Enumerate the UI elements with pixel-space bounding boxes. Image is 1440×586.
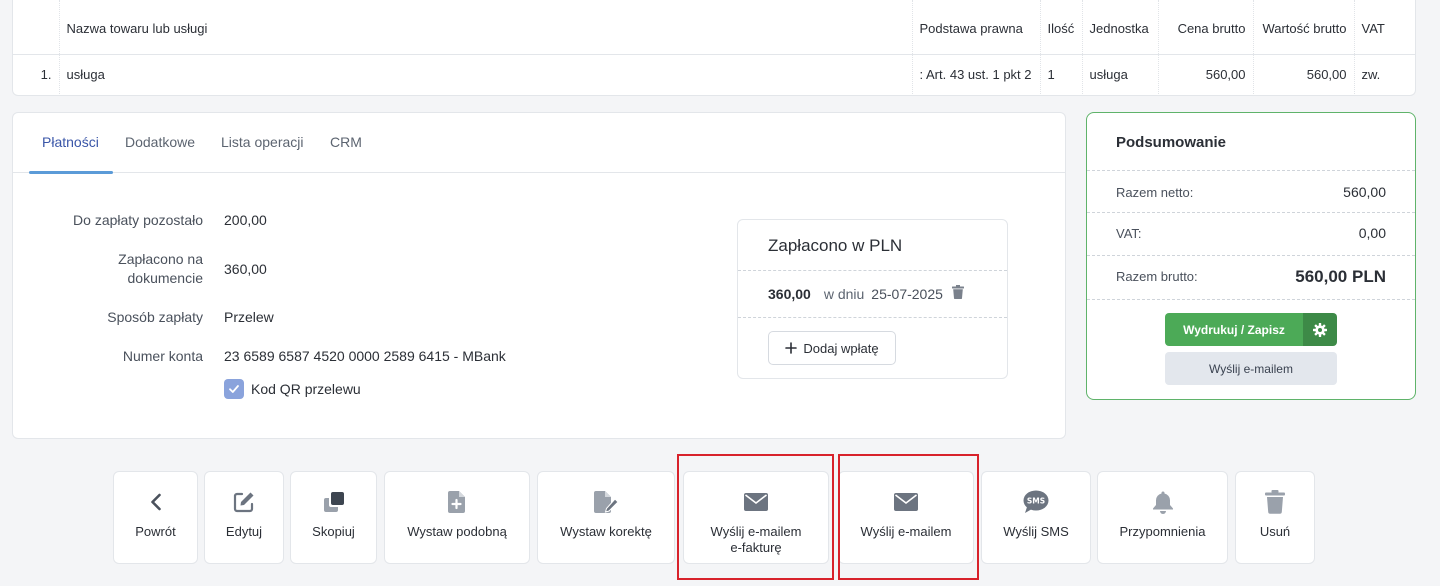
payment-entry: 360,00 w dniu 25-07-2025	[768, 285, 964, 302]
envelope-icon	[744, 493, 768, 511]
gross-total-value: 560,00 PLN	[1295, 267, 1386, 286]
send-email-button[interactable]: Wyślij e-mailem	[838, 471, 974, 564]
paid-on-document-value: 360,00	[224, 261, 267, 277]
sms-bubble-icon: SMS	[1023, 490, 1049, 513]
vat-value: 0,00	[1358, 225, 1386, 241]
vat-label: VAT:	[1116, 226, 1142, 241]
send-einvoice-email-label: Wyślij e-mailem e-fakturę	[684, 524, 828, 556]
col-header-quantity: Ilość	[1040, 0, 1083, 55]
back-button[interactable]: Powrót	[113, 471, 198, 564]
copy-button[interactable]: Skopiuj	[290, 471, 377, 564]
col-header-lp	[13, 0, 60, 55]
table-header-row: Nazwa towaru lub usługi Podstawa prawna …	[13, 0, 1415, 55]
col-header-name: Nazwa towaru lub usługi	[59, 0, 913, 55]
tab-operations[interactable]: Lista operacji	[221, 134, 304, 150]
divider	[1087, 255, 1415, 256]
reminders-button[interactable]: Przypomnienia	[1097, 471, 1228, 564]
account-number-label: Numer konta	[122, 348, 203, 364]
net-total-value: 560,00	[1343, 184, 1386, 200]
paid-on-document-label: Zapłacono na dokumencie	[118, 251, 203, 286]
send-einvoice-email-button[interactable]: Wyślij e-mailem e-fakturę	[683, 471, 829, 564]
cell-gross-value: 560,00	[1253, 54, 1355, 94]
delete-button[interactable]: Usuń	[1235, 471, 1315, 564]
divider	[738, 270, 1007, 271]
issue-similar-button[interactable]: Wystaw podobną	[384, 471, 530, 564]
qr-transfer-label: Kod QR przelewu	[251, 381, 361, 397]
cell-unit-price: 560,00	[1158, 54, 1254, 94]
items-table: Nazwa towaru lub usługi Podstawa prawna …	[13, 0, 1415, 94]
add-payment-button[interactable]: Dodaj wpłatę	[768, 331, 896, 365]
issue-similar-label: Wystaw podobną	[407, 524, 507, 539]
tab-payments[interactable]: Płatności	[42, 134, 99, 150]
cell-lp: 1.	[13, 54, 60, 94]
print-settings-button[interactable]	[1303, 313, 1337, 346]
payment-method-value: Przelew	[224, 309, 274, 325]
send-einvoice-line2: e-fakturę	[730, 540, 782, 555]
account-number-value: 23 6589 6587 4520 0000 2589 6415 - MBank	[224, 348, 506, 364]
paid-box-title: Zapłacono w PLN	[768, 236, 903, 255]
payment-method-label: Sposób zapłaty	[107, 309, 203, 325]
cell-unit: usługa	[1082, 54, 1159, 94]
file-plus-icon	[448, 491, 465, 513]
send-sms-button[interactable]: SMS Wyślij SMS	[981, 471, 1091, 564]
gear-icon	[1313, 322, 1327, 337]
delete-payment-trash-icon[interactable]	[951, 285, 964, 302]
gross-total-label: Razem brutto:	[1116, 269, 1198, 284]
plus-icon	[785, 342, 798, 354]
edit-label: Edytuj	[225, 524, 263, 539]
issue-correction-button[interactable]: Wystaw korektę	[537, 471, 675, 564]
check-icon	[229, 385, 239, 393]
col-header-vat: VAT	[1354, 0, 1415, 55]
trash-icon	[1265, 490, 1285, 514]
active-tab-indicator	[29, 171, 113, 174]
add-payment-label: Dodaj wpłatę	[803, 340, 879, 356]
net-total-label: Razem netto:	[1116, 185, 1194, 200]
cell-legal-basis: : Art. 43 ust. 1 pkt 2	[912, 54, 1041, 94]
send-sms-label: Wyślij SMS	[1003, 524, 1069, 539]
col-header-unit: Jednostka	[1082, 0, 1159, 55]
print-save-button[interactable]: Wydrukuj / Zapisz	[1165, 313, 1303, 346]
send-email-label: Wyślij e-mailem	[860, 524, 952, 539]
divider	[1087, 170, 1415, 171]
tab-crm[interactable]: CRM	[330, 134, 362, 150]
payment-amount: 360,00	[768, 285, 811, 302]
divider	[1087, 212, 1415, 213]
table-row: 1. usługa : Art. 43 ust. 1 pkt 2 1 usług…	[13, 54, 1415, 94]
col-header-gross-value: Wartość brutto	[1253, 0, 1355, 55]
qr-transfer-checkbox[interactable]	[224, 379, 244, 399]
file-edit-icon	[594, 491, 619, 513]
items-table-card: Nazwa towaru lub usługi Podstawa prawna …	[12, 0, 1416, 96]
payment-in-day-label: w dniu	[823, 285, 865, 302]
sms-icon-text: SMS	[1027, 497, 1045, 506]
divider	[738, 317, 1007, 318]
cell-name: usługa	[59, 54, 913, 94]
copy-label: Skopiuj	[312, 524, 355, 539]
divider	[1087, 299, 1415, 300]
issue-correction-label: Wystaw korektę	[560, 524, 652, 539]
back-label: Powrót	[135, 524, 176, 539]
col-header-unit-price: Cena brutto	[1158, 0, 1254, 55]
tab-additional[interactable]: Dodatkowe	[125, 134, 195, 150]
send-einvoice-line1: Wyślij e-mailem	[710, 524, 802, 539]
copy-icon	[323, 492, 344, 512]
delete-label: Usuń	[1259, 524, 1291, 539]
bell-icon	[1152, 491, 1173, 514]
paid-in-pln-box: Zapłacono w PLN 360,00 w dniu 25-07-2025…	[737, 219, 1008, 379]
cell-quantity: 1	[1040, 54, 1083, 94]
summary-title: Podsumowanie	[1116, 134, 1227, 151]
chevron-left-icon	[150, 493, 161, 511]
summary-card: Podsumowanie Razem netto: 560,00 VAT: 0,…	[1086, 112, 1416, 400]
col-header-legal-basis: Podstawa prawna	[912, 0, 1041, 55]
tab-bar: Płatności Dodatkowe Lista operacji CRM	[13, 113, 1065, 174]
remaining-value: 200,00	[224, 212, 267, 228]
cell-vat: zw.	[1361, 66, 1381, 82]
remaining-label: Do zapłaty pozostało	[73, 212, 203, 228]
payment-date: 25-07-2025	[871, 285, 943, 302]
reminders-label: Przypomnienia	[1119, 524, 1206, 539]
send-email-summary-button[interactable]: Wyślij e-mailem	[1165, 352, 1337, 385]
edit-button[interactable]: Edytuj	[204, 471, 284, 564]
edit-icon	[233, 492, 254, 513]
payments-card: Płatności Dodatkowe Lista operacji CRM D…	[12, 112, 1066, 439]
envelope-icon	[894, 493, 918, 511]
